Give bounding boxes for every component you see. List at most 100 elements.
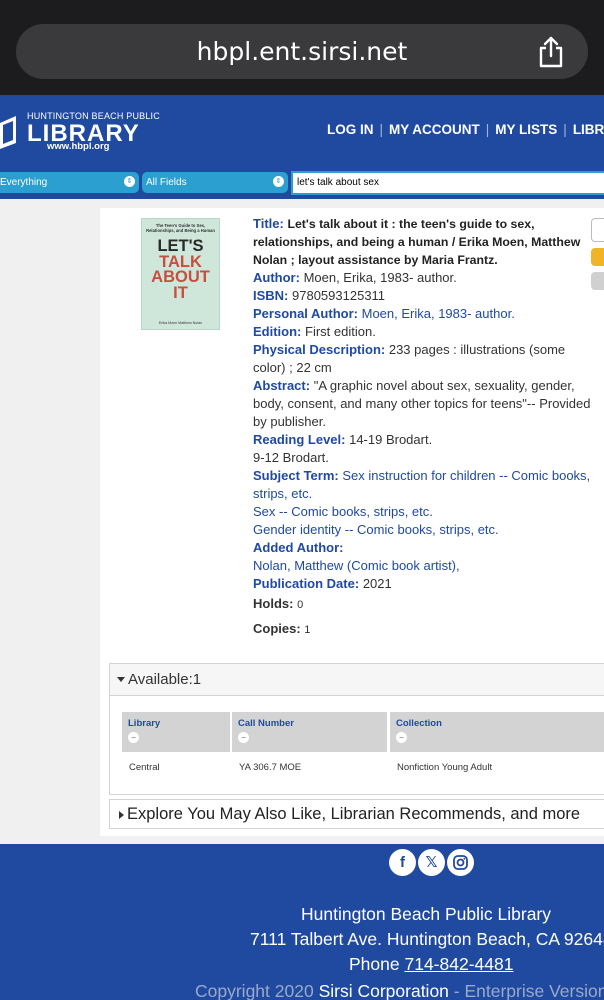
library-header: HUNTINGTON BEACH PUBLIC LIBRARY www.hbpl… (0, 95, 604, 167)
search-input[interactable]: let's talk about sex (291, 171, 604, 195)
column-header-library[interactable]: Library − (122, 712, 230, 752)
footer-copyright: Copyright 2020 Sirsi Corporation - Enter… (195, 981, 604, 1000)
column-header-collection[interactable]: Collection − (390, 712, 604, 752)
field-copies: Copies: 1 (253, 620, 598, 639)
field-label: ISBN: (253, 288, 289, 303)
explore-label: Explore You May Also Like, Librarian Rec… (127, 805, 581, 823)
phone-link[interactable]: 714-842-4481 (404, 954, 513, 974)
field-label: Subject Term: (253, 468, 339, 483)
field-value: 0 (297, 599, 304, 611)
footer-library-name: Huntington Beach Public Library (301, 904, 552, 924)
caret-right-icon (119, 811, 124, 819)
field-label: Personal Author: (253, 306, 358, 321)
select-arrows-icon: ⇕ (124, 176, 135, 187)
cover-title-line: IT (173, 284, 188, 303)
share-icon[interactable] (536, 36, 566, 68)
add-to-list-button[interactable] (591, 272, 604, 290)
column-label: Collection (396, 718, 442, 729)
footer-phone: Phone 714-842-4481 (349, 954, 513, 975)
sort-icon[interactable]: − (128, 732, 139, 743)
footer: f 𝕏 Huntington Beach Public Library 7111… (0, 844, 604, 1000)
field-isbn: ISBN: 9780593125311 (253, 287, 598, 305)
column-label: Call Number (238, 718, 294, 729)
phone-label: Phone (349, 954, 400, 974)
availability-header[interactable]: Available:1 (110, 664, 604, 696)
explore-section[interactable]: Explore You May Also Like, Librarian Rec… (109, 799, 604, 829)
library-logo-icon[interactable] (0, 113, 22, 149)
availability-count: 1 (192, 671, 202, 688)
field-holds: Holds: 0 (253, 595, 598, 614)
sort-icon[interactable]: − (396, 732, 407, 743)
cover-subtitle: The Teen's Guide to Sex, Relationships, … (146, 223, 215, 234)
nav-separator: | (379, 122, 384, 137)
field-physical-description: Physical Description: 233 pages : illust… (253, 341, 598, 377)
availability-section: Available:1 Library − Call Number − Coll… (109, 663, 604, 795)
instagram-glyph (453, 855, 468, 870)
nav-log-in[interactable]: LOG IN (327, 122, 374, 137)
field-author: Author: Moen, Erika, 1983- author. (253, 269, 598, 287)
field-value: First edition. (305, 324, 376, 339)
field-reading-level: Reading Level: 14-19 Brodart. (253, 431, 598, 449)
subject-link[interactable]: Sex -- Comic books, strips, etc. (253, 503, 598, 521)
instagram-icon[interactable] (447, 849, 474, 876)
record-fields: Title: Let's talk about it : the teen's … (253, 215, 598, 639)
cell-collection: Nonfiction Young Adult (397, 762, 493, 773)
url-text[interactable]: hbpl.ent.sirsi.net (16, 37, 588, 66)
personal-author-link[interactable]: Moen, Erika, 1983- author. (362, 306, 515, 321)
field-label: Copies: (253, 621, 301, 636)
cover-authors: Erika Moen Matthew Nolan (158, 321, 203, 325)
field-publication-date: Publication Date: 2021 (253, 575, 598, 593)
field-value: Let's talk about it : the teen's guide t… (253, 217, 581, 267)
field-label: Physical Description: (253, 342, 386, 357)
added-author-link[interactable]: Nolan, Matthew (Comic book artist), (253, 557, 598, 575)
field-value: 1 (304, 624, 311, 636)
availability-title: Available:1 (128, 671, 201, 688)
field-label: Title: (253, 216, 284, 231)
field-value: 14-19 Brodart. (349, 432, 433, 447)
field-value: 9780593125311 (292, 288, 386, 303)
search-field-select[interactable]: All Fields ⇕ (142, 172, 288, 193)
subject-link[interactable]: Gender identity -- Comic books, strips, … (253, 521, 598, 539)
nav-my-lists[interactable]: MY LISTS (495, 122, 557, 137)
footer-address: 7111 Talbert Ave. Huntington Beach, CA 9… (250, 929, 604, 949)
column-header-call-number[interactable]: Call Number − (232, 712, 387, 752)
field-label: Edition: (253, 324, 302, 339)
sort-icon[interactable]: − (238, 732, 249, 743)
x-icon[interactable]: 𝕏 (418, 849, 445, 876)
cover-title: LET'S TALK ABOUT IT (142, 238, 219, 303)
facebook-icon[interactable]: f (389, 849, 416, 876)
logo-url: www.hbpl.org (47, 141, 110, 152)
top-nav: LOG IN | MY ACCOUNT | MY LISTS | LIBRARY (327, 122, 604, 137)
field-reading-level-extra: 9-12 Brodart. (253, 450, 329, 465)
select-arrows-icon: ⇕ (273, 176, 284, 187)
nav-my-account[interactable]: MY ACCOUNT (389, 122, 480, 137)
nav-separator: | (563, 122, 567, 137)
caret-down-icon (117, 677, 125, 682)
column-label: Library (128, 718, 161, 729)
field-label: Publication Date: (253, 576, 360, 591)
address-bar[interactable]: hbpl.ent.sirsi.net (16, 24, 588, 79)
search-scope-select[interactable]: Everything ⇕ (0, 172, 139, 193)
field-abstract: Abstract: "A graphic novel about sex, se… (253, 377, 598, 431)
search-bar: Everything ⇕ All Fields ⇕ let's talk abo… (0, 167, 604, 199)
nav-library[interactable]: LIBRARY (573, 122, 604, 137)
cell-library: Central (129, 762, 160, 773)
field-label: Author: (253, 270, 300, 285)
field-label: Holds: (253, 596, 294, 611)
browser-chrome: hbpl.ent.sirsi.net (0, 0, 604, 95)
book-cover-image[interactable]: The Teen's Guide to Sex, Relationships, … (141, 218, 220, 330)
nav-separator: | (485, 122, 490, 137)
field-added-author: Added Author: (253, 539, 598, 557)
side-action-button[interactable] (591, 218, 604, 242)
search-scope-value: Everything (0, 177, 48, 188)
place-hold-button[interactable] (591, 248, 604, 266)
field-value: 2021 (362, 576, 392, 591)
field-label: Abstract: (253, 378, 311, 393)
availability-label: Available: (128, 671, 193, 688)
field-title: Title: Let's talk about it : the teen's … (253, 215, 598, 269)
copyright-suffix: - Enterprise Version (453, 981, 604, 1000)
field-label: Reading Level: (253, 432, 346, 447)
field-personal-author: Personal Author: Moen, Erika, 1983- auth… (253, 305, 598, 323)
sirsi-link[interactable]: Sirsi Corporation (319, 981, 449, 1000)
field-edition: Edition: First edition. (253, 323, 598, 341)
